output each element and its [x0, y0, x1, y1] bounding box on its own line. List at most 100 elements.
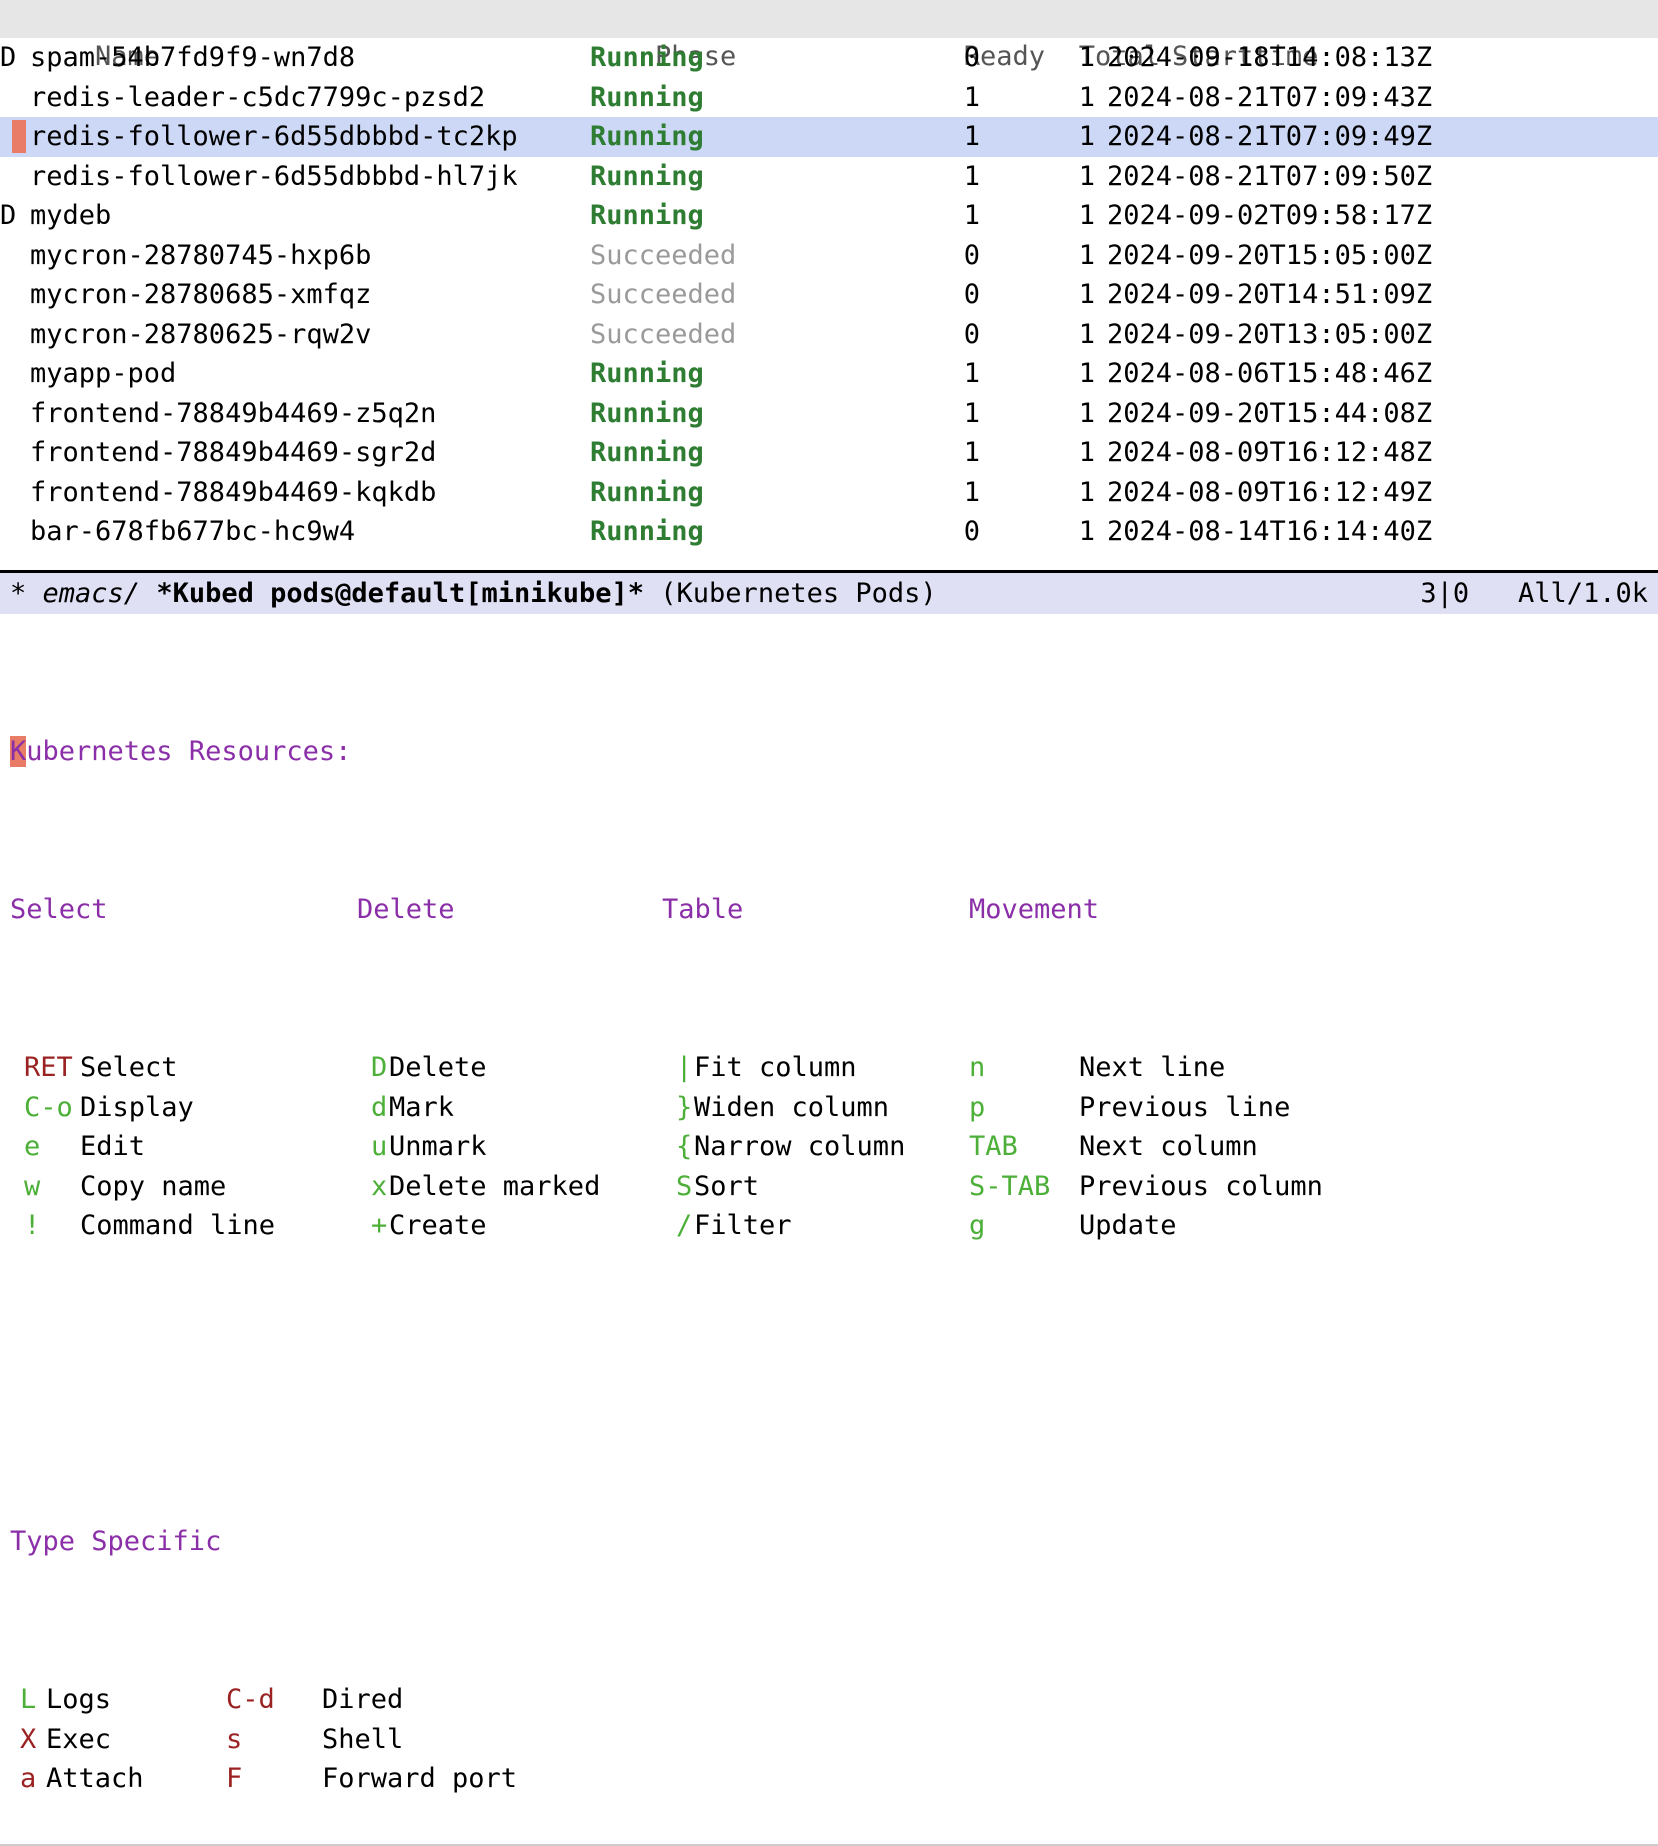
help-key-select-group[interactable]: wCopy name	[10, 1167, 357, 1207]
row-ready: 1	[800, 433, 980, 473]
row-phase: Succeeded	[590, 315, 800, 355]
buffer-name[interactable]: *Kubed pods@default[minikube]*	[156, 573, 644, 614]
row-starttime: 2024-08-09T16:12:49Z	[1095, 473, 1627, 513]
row-phase: Running	[590, 38, 800, 78]
type-specific-left-group[interactable]: LLogs	[10, 1684, 226, 1715]
row-pod-name: spam-54b7fd9f9-wn7d8	[30, 38, 590, 78]
row-starttime: 2024-08-09T16:12:48Z	[1095, 433, 1627, 473]
table-row[interactable]: redis-follower-6d55dbbbd-hl7jkRunning112…	[0, 157, 1658, 197]
help-key-movement-group[interactable]: S-TABPrevious column	[969, 1167, 1369, 1207]
help-key-delete-group[interactable]: +Create	[357, 1206, 662, 1246]
row-ready: 0	[800, 236, 980, 276]
type-specific-right-group[interactable]: sShell	[226, 1724, 582, 1755]
row-total: 1	[980, 38, 1095, 78]
help-key-delete: x	[357, 1167, 389, 1207]
table-row[interactable]: frontend-78849b4469-z5q2nRunning112024-0…	[0, 394, 1658, 434]
help-key-table-group[interactable]: |Fit column	[662, 1048, 969, 1088]
help-key-select: e	[10, 1127, 80, 1167]
help-key-select-group[interactable]: !Command line	[10, 1206, 357, 1246]
row-ready: 1	[800, 157, 980, 197]
help-desc-select: Copy name	[80, 1171, 226, 1202]
help-key-delete: u	[357, 1127, 389, 1167]
help-desc-table: Filter	[694, 1210, 792, 1241]
table-row[interactable]: mycron-28780685-xmfqzSucceeded012024-09-…	[0, 275, 1658, 315]
help-row: RETSelectDDelete|Fit columnnNext line	[10, 1048, 1658, 1088]
table-row[interactable]: mycron-28780745-hxp6bSucceeded012024-09-…	[0, 236, 1658, 276]
row-pod-name: mydeb	[30, 196, 590, 236]
help-key-delete-group[interactable]: xDelete marked	[357, 1167, 662, 1207]
help-key-table-group[interactable]: }Widen column	[662, 1088, 969, 1128]
help-key-movement-group[interactable]: nNext line	[969, 1048, 1369, 1088]
row-total: 1	[980, 433, 1095, 473]
table-row[interactable]: DmydebRunning112024-09-02T09:58:17Z	[0, 196, 1658, 236]
table-row[interactable]: redis-leader-c5dc7799c-pzsd2Running11202…	[0, 78, 1658, 118]
mode-line-position: All/1.0k	[1518, 573, 1648, 614]
help-key-movement: S-TAB	[969, 1167, 1079, 1207]
row-ready: 1	[800, 78, 980, 118]
row-starttime: 2024-09-20T15:05:00Z	[1095, 236, 1627, 276]
table-row[interactable]: frontend-78849b4469-kqkdbRunning112024-0…	[0, 473, 1658, 513]
row-starttime: 2024-09-18T14:08:13Z	[1095, 38, 1627, 78]
row-phase: Running	[590, 512, 800, 552]
pods-table[interactable]: NamePhaseReadyTotalStarttime Dspam-54b7f…	[0, 0, 1658, 552]
type-specific-left-key: X	[10, 1720, 46, 1760]
help-key-select-group[interactable]: C-oDisplay	[10, 1088, 357, 1128]
help-key-movement-group[interactable]: TABNext column	[969, 1127, 1369, 1167]
row-starttime: 2024-08-06T15:48:46Z	[1095, 354, 1627, 394]
help-key-table-group[interactable]: SSort	[662, 1167, 969, 1207]
help-key-select: C-o	[10, 1088, 80, 1128]
row-phase: Succeeded	[590, 275, 800, 315]
mode-line-gap	[1469, 573, 1518, 614]
table-row[interactable]: myapp-podRunning112024-08-06T15:48:46Z	[0, 354, 1658, 394]
project-label[interactable]: emacs/	[43, 573, 141, 614]
help-desc-movement: Next line	[1079, 1052, 1225, 1083]
table-row[interactable]: frontend-78849b4469-sgr2dRunning112024-0…	[0, 433, 1658, 473]
type-specific-left-group[interactable]: aAttach	[10, 1763, 226, 1794]
help-key-delete-group[interactable]: DDelete	[357, 1048, 662, 1088]
help-key-table: {	[662, 1127, 694, 1167]
type-specific-right-key: F	[226, 1759, 322, 1799]
mode-line[interactable]: * emacs/ *Kubed pods@default[minikube]* …	[0, 573, 1658, 614]
table-row[interactable]: bar-678fb677bc-hc9w4Running012024-08-14T…	[0, 512, 1658, 552]
help-key-table: |	[662, 1048, 694, 1088]
help-desc-movement: Next column	[1079, 1131, 1258, 1162]
help-row: wCopy namexDelete markedSSortS-TABPrevio…	[10, 1167, 1658, 1207]
help-desc-movement: Previous line	[1079, 1092, 1290, 1123]
help-desc-movement: Previous column	[1079, 1171, 1323, 1202]
help-desc-delete: Mark	[389, 1092, 454, 1123]
help-key-movement-group[interactable]: gUpdate	[969, 1206, 1369, 1246]
help-key-table-group[interactable]: {Narrow column	[662, 1127, 969, 1167]
help-panel: Kubernetes Resources: SelectDeleteTableM…	[0, 614, 1658, 1839]
help-key-delete-group[interactable]: uUnmark	[357, 1127, 662, 1167]
table-header-row: NamePhaseReadyTotalStarttime	[0, 0, 1658, 38]
row-cursor-indicator	[12, 120, 26, 153]
type-specific-right-key: s	[226, 1720, 322, 1760]
row-starttime: 2024-09-20T15:44:08Z	[1095, 394, 1627, 434]
help-key-select-group[interactable]: eEdit	[10, 1127, 357, 1167]
table-row[interactable]: mycron-28780625-rqw2vSucceeded012024-09-…	[0, 315, 1658, 355]
row-phase: Running	[590, 117, 800, 157]
help-desc-select: Select	[80, 1052, 178, 1083]
help-key-movement: g	[969, 1206, 1079, 1246]
table-row[interactable]: Dspam-54b7fd9f9-wn7d8Running012024-09-18…	[0, 38, 1658, 78]
type-specific-right-key: C-d	[226, 1680, 322, 1720]
modified-indicator: *	[10, 573, 26, 614]
help-desc-select: Display	[80, 1092, 194, 1123]
type-specific-right-group[interactable]: FForward port	[226, 1763, 582, 1794]
row-ready: 0	[800, 38, 980, 78]
help-key-select-group[interactable]: RETSelect	[10, 1048, 357, 1088]
help-key-table-group[interactable]: /Filter	[662, 1206, 969, 1246]
table-row[interactable]: redis-follower-6d55dbbbd-tc2kpRunning112…	[0, 117, 1658, 157]
help-title: Kubernetes Resources:	[10, 732, 1658, 772]
type-specific-right-group[interactable]: C-dDired	[226, 1684, 582, 1715]
help-key-movement-group[interactable]: pPrevious line	[969, 1088, 1369, 1128]
major-mode-label[interactable]: (Kubernetes Pods)	[660, 573, 936, 614]
row-ready: 0	[800, 275, 980, 315]
help-key-delete-group[interactable]: dMark	[357, 1088, 662, 1128]
type-specific-row: LLogsC-dDired	[10, 1680, 1658, 1720]
type-specific-left-desc: Attach	[46, 1759, 226, 1799]
help-key-delete: +	[357, 1206, 389, 1246]
type-specific-left-group[interactable]: XExec	[10, 1724, 226, 1755]
section-heading-delete: Delete	[357, 890, 662, 930]
help-key-select: RET	[10, 1048, 80, 1088]
